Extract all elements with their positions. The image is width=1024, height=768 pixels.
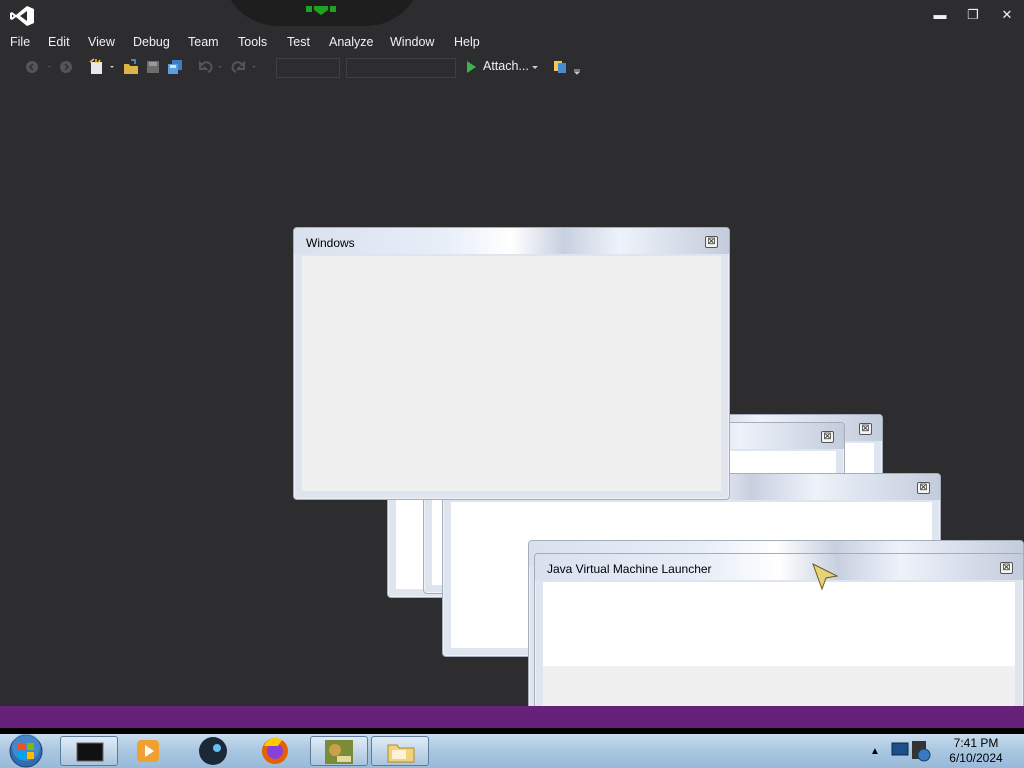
taskbar-app-terminal[interactable] bbox=[60, 736, 118, 766]
taskbar-app-explorer[interactable] bbox=[371, 736, 429, 766]
save-icon[interactable] bbox=[145, 58, 161, 76]
minimize-button[interactable]: ▬ bbox=[929, 5, 951, 25]
navigate-back-icon[interactable] bbox=[24, 58, 54, 76]
save-all-icon[interactable] bbox=[166, 58, 184, 76]
steam-icon bbox=[199, 737, 227, 765]
start-button-icon[interactable] bbox=[6, 734, 46, 768]
terminal-icon bbox=[76, 742, 104, 762]
media-player-icon bbox=[137, 740, 159, 762]
menu-debug[interactable]: Debug bbox=[133, 32, 170, 52]
jvm-launcher-dialog[interactable]: Java Virtual Machine Launcher ⊠ bbox=[534, 553, 1024, 724]
solution-configuration-dropdown[interactable] bbox=[276, 58, 340, 78]
undo-icon[interactable] bbox=[196, 58, 230, 76]
solution-platform-dropdown[interactable] bbox=[346, 58, 456, 78]
close-icon[interactable]: ⊠ bbox=[821, 431, 834, 443]
mouse-cursor-icon bbox=[812, 562, 839, 591]
visual-studio-logo-icon bbox=[10, 6, 34, 26]
menu-window[interactable]: Window bbox=[390, 32, 434, 52]
taskbar-app-steam[interactable] bbox=[196, 736, 230, 766]
menu-analyze[interactable]: Analyze bbox=[329, 32, 373, 52]
new-project-icon[interactable] bbox=[88, 58, 118, 76]
close-icon[interactable]: ⊠ bbox=[859, 423, 872, 435]
windows-dialog-title: Windows bbox=[306, 236, 355, 250]
standard-toolbar: Attach... bbox=[0, 56, 581, 78]
jvm-message-area bbox=[543, 582, 1015, 666]
windows-dialog-client bbox=[302, 256, 721, 491]
taskbar-app-game[interactable] bbox=[310, 736, 368, 766]
close-icon[interactable]: ⊠ bbox=[705, 236, 718, 248]
taskbar-app-firefox[interactable] bbox=[258, 736, 292, 766]
taskbar-clock[interactable]: 7:41 PM 6/10/2024 bbox=[940, 736, 1012, 766]
menu-team[interactable]: Team bbox=[188, 32, 219, 52]
show-hidden-icons-button[interactable]: ▲ bbox=[866, 738, 884, 766]
menu-help[interactable]: Help bbox=[454, 32, 480, 52]
clock-date: 6/10/2024 bbox=[949, 751, 1003, 765]
menu-test[interactable]: Test bbox=[287, 32, 310, 52]
ide-status-bar bbox=[0, 706, 1024, 728]
firefox-icon bbox=[262, 737, 288, 764]
jvm-dialog-caption[interactable]: Java Virtual Machine Launcher bbox=[535, 554, 1023, 580]
close-button[interactable]: ✕ bbox=[996, 5, 1018, 25]
network-tray-icon[interactable] bbox=[888, 737, 938, 765]
menu-view[interactable]: View bbox=[88, 32, 115, 52]
redo-icon[interactable] bbox=[230, 58, 264, 76]
start-debugging-icon[interactable] bbox=[464, 58, 478, 76]
windows-dialog-caption[interactable]: Windows bbox=[294, 228, 729, 254]
close-icon[interactable]: ⊠ bbox=[917, 482, 930, 494]
windows-dialog[interactable]: Windows ⊠ bbox=[293, 227, 730, 500]
jvm-dialog-title: Java Virtual Machine Launcher bbox=[547, 562, 712, 576]
attach-dropdown-arrow-icon[interactable] bbox=[530, 58, 540, 76]
taskbar-app-media-player[interactable] bbox=[134, 736, 164, 766]
clock-time: 7:41 PM bbox=[953, 736, 999, 750]
notification-icon[interactable] bbox=[306, 6, 336, 16]
game-icon bbox=[325, 740, 353, 764]
navigate-forward-icon[interactable] bbox=[58, 58, 74, 76]
close-icon[interactable]: ⊠ bbox=[1000, 562, 1013, 574]
menu-file[interactable]: File bbox=[10, 32, 30, 52]
menu-edit[interactable]: Edit bbox=[48, 32, 70, 52]
find-in-files-icon[interactable] bbox=[552, 58, 586, 76]
open-file-icon[interactable] bbox=[122, 58, 140, 76]
menu-tools[interactable]: Tools bbox=[238, 32, 267, 52]
folder-icon bbox=[387, 744, 415, 763]
restore-button[interactable]: ❐ bbox=[962, 5, 984, 25]
attach-button[interactable]: Attach... bbox=[483, 59, 529, 73]
